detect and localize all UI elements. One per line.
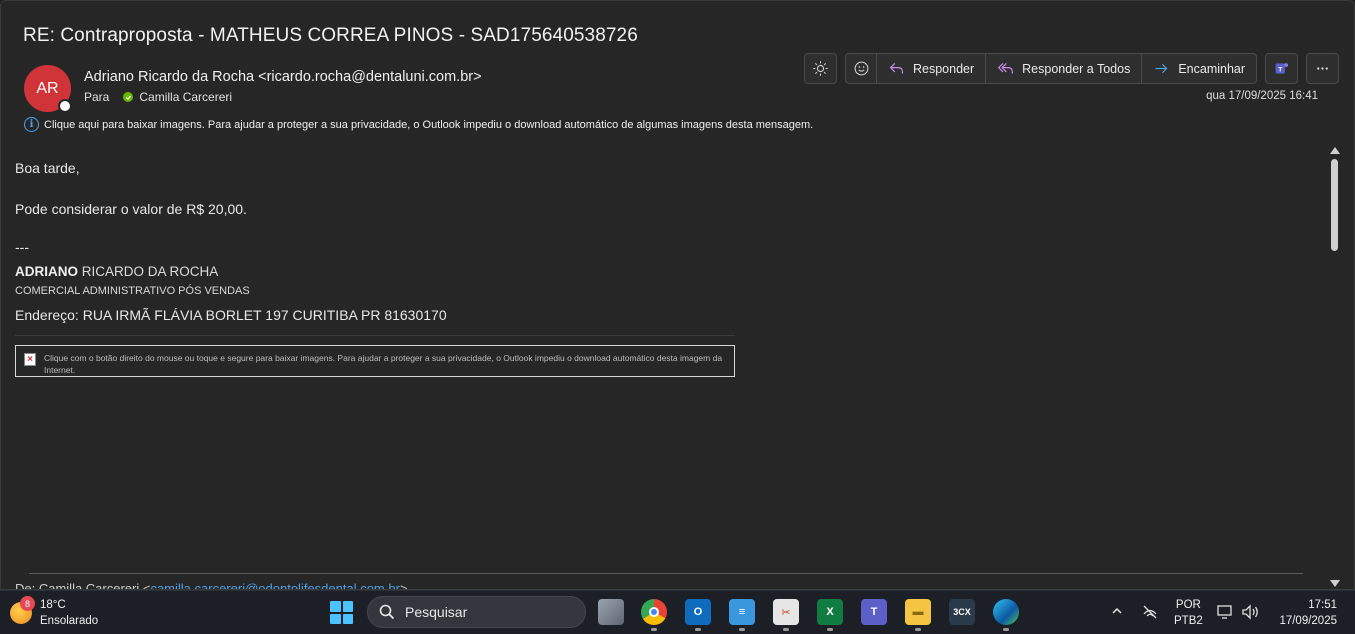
notepad-running-indicator bbox=[739, 628, 745, 631]
quoted-email-link[interactable]: camilla.carcereri@odontolifesdental.com.… bbox=[150, 581, 399, 589]
recipient-name[interactable]: Camilla Carcereri bbox=[139, 90, 232, 104]
keyboard-layout: PTB2 bbox=[1174, 615, 1203, 627]
presence-status-icon bbox=[58, 99, 72, 113]
more-actions-button[interactable] bbox=[1307, 54, 1338, 83]
scroll-up-arrow-icon[interactable] bbox=[1330, 147, 1340, 154]
display-icon[interactable] bbox=[1216, 603, 1234, 621]
smiley-icon bbox=[854, 61, 868, 76]
3cx-icon[interactable]: 3CX bbox=[949, 599, 975, 625]
info-icon: i bbox=[24, 117, 39, 132]
vertical-scrollbar[interactable] bbox=[1328, 145, 1340, 589]
windows-start-icon[interactable] bbox=[330, 601, 353, 624]
edge-running-indicator bbox=[1003, 628, 1009, 631]
scroll-down-arrow-icon[interactable] bbox=[1330, 580, 1340, 587]
volume-icon[interactable] bbox=[1240, 603, 1260, 621]
quoted-divider bbox=[29, 573, 1303, 574]
teams-box: T bbox=[1265, 53, 1299, 84]
task-view-icon[interactable] bbox=[598, 599, 624, 625]
download-images-text: Clique aqui para baixar imagens. Para aj… bbox=[44, 118, 814, 131]
quoted-from-label: De: Camilla Carcereri < bbox=[15, 581, 151, 590]
download-images-notice[interactable]: i Clique aqui para baixar imagens. Para … bbox=[24, 117, 813, 132]
reply-arrow-icon bbox=[889, 62, 904, 74]
sun-weather-icon: 8 bbox=[10, 596, 35, 624]
reply-button[interactable]: Responder bbox=[877, 54, 987, 83]
blocked-image-placeholder[interactable]: × Clique com o botão direito do mouse ou… bbox=[15, 345, 735, 377]
sun-icon bbox=[813, 61, 828, 76]
teams-icon: T bbox=[1275, 63, 1289, 74]
file-explorer-icon[interactable]: ▬ bbox=[905, 599, 931, 625]
system-clock[interactable]: 17:51 17/09/2025 bbox=[1279, 597, 1337, 629]
weather-widget[interactable]: 8 18°C Ensolarado bbox=[10, 596, 99, 629]
network-offline-icon[interactable] bbox=[1141, 603, 1159, 621]
blocked-image-text: Clique com o botão direito do mouse ou t… bbox=[44, 353, 723, 375]
ellipsis-icon bbox=[1317, 67, 1328, 70]
quoted-from-suffix: > bbox=[399, 581, 408, 590]
email-subject: RE: Contraproposta - MATHEUS CORREA PINO… bbox=[23, 25, 638, 46]
signature-first-name: ADRIANO bbox=[15, 264, 78, 279]
temperature: 18°C bbox=[40, 599, 66, 611]
notepad-icon[interactable]: ≡ bbox=[729, 599, 755, 625]
broken-image-icon: × bbox=[24, 353, 36, 366]
reply-label: Responder bbox=[913, 61, 975, 76]
forward-label: Encaminhar bbox=[1178, 61, 1246, 76]
chevron-up-icon[interactable] bbox=[1111, 605, 1123, 617]
notification-badge: 8 bbox=[20, 596, 35, 611]
language-code: POR bbox=[1175, 599, 1201, 611]
body-paragraph: Pode considerar o valor de R$ 20,00. bbox=[15, 201, 247, 217]
input-language[interactable]: POR PTB2 bbox=[1174, 597, 1203, 629]
theme-toggle-box bbox=[804, 53, 837, 84]
sender-name[interactable]: Adriano Ricardo da Rocha <ricardo.rocha@… bbox=[84, 69, 482, 85]
search-icon bbox=[379, 604, 395, 620]
received-datetime: qua 17/09/2025 16:41 bbox=[1206, 90, 1318, 102]
taskbar: 8 18°C Ensolarado Pesquisar O ≡ ✂ X T ▬ … bbox=[0, 590, 1355, 634]
recipients-row: Para Camilla Carcereri bbox=[84, 90, 232, 104]
snipping-running-indicator bbox=[783, 628, 789, 631]
signature-last-name: RICARDO DA ROCHA bbox=[78, 264, 219, 279]
message-toolbar: Responder Responder a Todos Encaminhar T bbox=[804, 53, 1340, 84]
snipping-tool-icon[interactable]: ✂ bbox=[773, 599, 799, 625]
clock-time: 17:51 bbox=[1308, 599, 1337, 611]
divider bbox=[15, 335, 735, 336]
reaction-button[interactable] bbox=[846, 54, 877, 83]
signature-separator: --- bbox=[15, 239, 29, 255]
excel-icon[interactable]: X bbox=[817, 599, 843, 625]
teams-taskbar-icon[interactable]: T bbox=[861, 599, 887, 625]
reply-all-label: Responder a Todos bbox=[1022, 61, 1131, 76]
to-label: Para bbox=[84, 90, 110, 104]
reply-all-arrow-icon bbox=[998, 62, 1014, 74]
more-box bbox=[1306, 53, 1340, 84]
forward-arrow-icon bbox=[1155, 63, 1168, 74]
forward-button[interactable]: Encaminhar bbox=[1142, 54, 1256, 83]
explorer-running-indicator bbox=[915, 628, 921, 631]
search-placeholder: Pesquisar bbox=[405, 604, 468, 620]
reply-all-button[interactable]: Responder a Todos bbox=[986, 54, 1143, 83]
chrome-icon[interactable] bbox=[641, 599, 667, 625]
greeting-text: Boa tarde, bbox=[15, 160, 80, 176]
quoted-header: De: Camilla Carcereri <camilla.carcereri… bbox=[15, 581, 408, 590]
signature-role: COMERCIAL ADMINISTRATIVO PÓS VENDAS bbox=[15, 285, 250, 297]
teams-chat-button[interactable]: T bbox=[1266, 54, 1297, 83]
brightness-button[interactable] bbox=[805, 54, 836, 83]
presence-available-icon bbox=[123, 92, 134, 102]
signature-name: ADRIANO RICARDO DA ROCHA bbox=[15, 264, 218, 279]
chrome-running-indicator bbox=[651, 628, 657, 631]
reply-actions-group: Responder Responder a Todos Encaminhar bbox=[845, 53, 1258, 84]
taskbar-search[interactable]: Pesquisar bbox=[367, 596, 586, 628]
edge-icon[interactable] bbox=[993, 599, 1019, 625]
signature-address: Endereço: RUA IRMÃ FLÁVIA BORLET 197 CUR… bbox=[15, 307, 447, 323]
weather-condition: Ensolarado bbox=[40, 615, 99, 627]
excel-running-indicator bbox=[827, 628, 833, 631]
scroll-thumb[interactable] bbox=[1331, 159, 1338, 251]
outlook-icon[interactable]: O bbox=[685, 599, 711, 625]
email-reading-pane: RE: Contraproposta - MATHEUS CORREA PINO… bbox=[0, 0, 1355, 590]
clock-date: 17/09/2025 bbox=[1279, 615, 1337, 627]
avatar-initials: AR bbox=[36, 79, 59, 97]
outlook-running-indicator bbox=[695, 628, 701, 631]
sender-avatar[interactable]: AR bbox=[24, 65, 72, 113]
